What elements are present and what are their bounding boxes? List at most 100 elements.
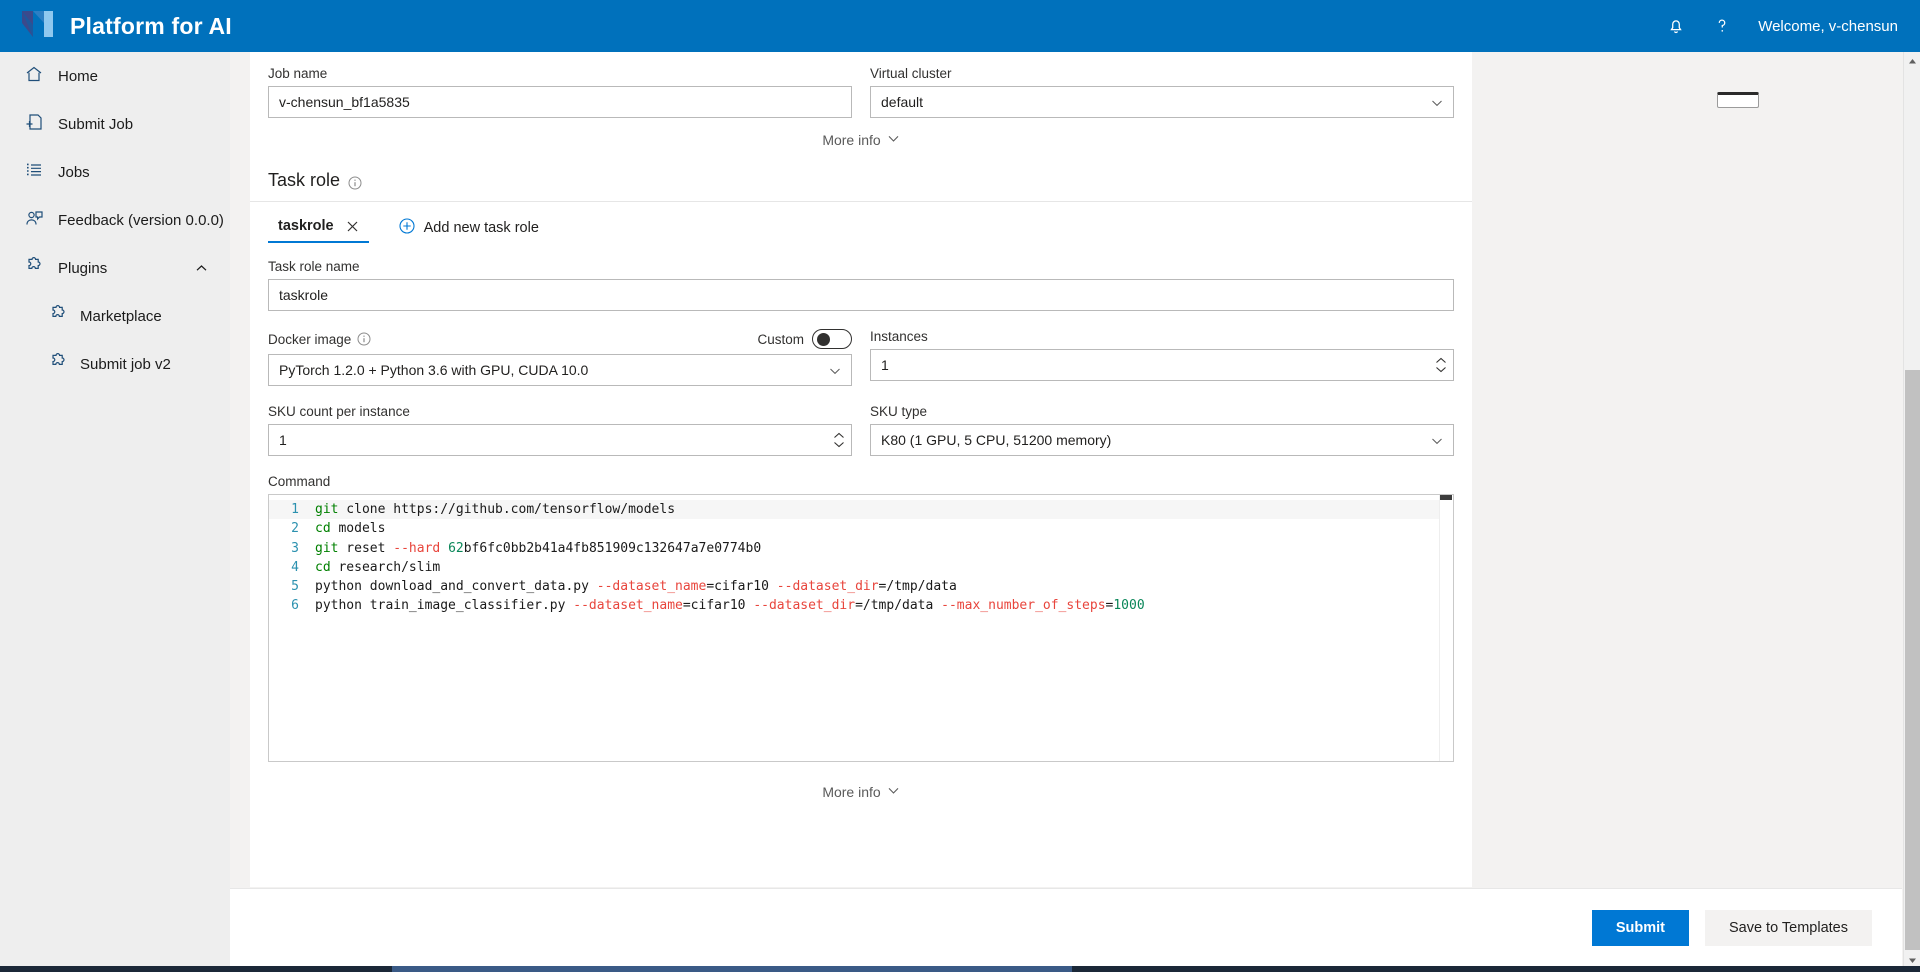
sidebar-item-marketplace[interactable]: Marketplace: [0, 292, 230, 340]
sku-count-field-group: SKU count per instance 1: [268, 404, 852, 456]
code-line[interactable]: 1 git clone https://github.com/tensorflow…: [269, 500, 1453, 520]
feedback-person-icon: [24, 208, 58, 232]
sidebar-item-feedback[interactable]: Feedback (version 0.0.0): [0, 196, 230, 244]
code-line-text: git clone https://github.com/tensorflow/…: [315, 502, 676, 517]
code-line-text: python download_and_convert_data.py --da…: [315, 579, 957, 595]
chevron-down-icon: [887, 784, 900, 800]
custom-docker-toggle[interactable]: [812, 329, 852, 349]
task-role-name-label: Task role name: [268, 259, 360, 274]
submit-button[interactable]: Submit: [1591, 909, 1689, 946]
code-line-text: cd research/slim: [315, 559, 441, 575]
docker-image-select[interactable]: PyTorch 1.2.0 + Python 3.6 with GPU, CUD…: [268, 354, 852, 386]
info-circle-icon[interactable]: [357, 332, 371, 346]
app-title: Platform for AI: [70, 12, 232, 39]
sidebar-item-label: Jobs: [58, 163, 90, 181]
sku-count-value: 1: [279, 432, 287, 448]
sidebar-item-label: Plugins: [58, 259, 108, 277]
plugin-puzzle-icon: [48, 304, 80, 328]
code-line-number: 6: [291, 598, 299, 614]
job-name-input[interactable]: v-chensun_bf1a5835: [268, 86, 852, 118]
pai-logo-icon: [0, 9, 56, 44]
custom-docker-toggle-group: Custom: [757, 329, 852, 349]
task-role-heading-row: Task role: [268, 170, 1454, 191]
docker-image-field-group: Docker image Custom PyTorch 1.2.0 + Pyth…: [268, 329, 852, 386]
sku-type-field-group: SKU type K80 (1 GPU, 5 CPU, 51200 memory…: [870, 404, 1454, 456]
virtual-cluster-select[interactable]: default: [870, 86, 1454, 118]
sidebar-item-label: Submit Job: [58, 115, 134, 133]
info-circle-icon[interactable]: [348, 174, 362, 189]
sidebar-item-home[interactable]: Home: [0, 52, 230, 100]
command-label: Command: [268, 474, 331, 489]
code-line[interactable]: 4 cd research/slim: [269, 558, 1453, 577]
sidebar-item-submit-job-v2[interactable]: Submit job v2: [0, 340, 230, 388]
more-info-bottom-toggle[interactable]: More info: [268, 762, 1454, 804]
left-sidebar: Home Submit Job Jobs Feedback (version 0…: [0, 52, 230, 972]
sidebar-item-jobs[interactable]: Jobs: [0, 148, 230, 196]
docker-image-value: PyTorch 1.2.0 + Python 3.6 with GPU, CUD…: [279, 362, 589, 378]
notification-bell-icon[interactable]: [1666, 15, 1686, 37]
task-role-name-input[interactable]: taskrole: [268, 279, 1454, 311]
docker-image-label: Docker image: [268, 331, 352, 347]
code-line-text: python train_image_classifier.py --datas…: [315, 598, 1145, 614]
instances-label: Instances: [870, 329, 928, 344]
plugin-puzzle-icon: [24, 256, 58, 280]
sidebar-item-plugins[interactable]: Plugins: [0, 244, 230, 292]
task-role-name-field-group: Task role name taskrole: [268, 259, 1454, 311]
command-code-editor[interactable]: 1 git clone https://github.com/tensorflow…: [268, 494, 1454, 762]
code-line-number: 3: [291, 540, 299, 556]
task-role-tab-label: taskrole: [278, 218, 334, 234]
form-action-bar: Submit Save to Templates: [230, 888, 1902, 966]
plus-circle-icon: [399, 217, 415, 238]
instances-stepper[interactable]: 1: [870, 349, 1454, 381]
more-info-top-label: More info: [822, 132, 881, 148]
chevron-up-icon[interactable]: [195, 262, 208, 275]
stepper-arrows[interactable]: [1435, 357, 1447, 374]
chevron-up-icon: [1436, 357, 1446, 363]
add-new-task-role-button[interactable]: Add new task role: [399, 217, 539, 238]
chevron-down-icon: [834, 442, 844, 448]
command-code-lines[interactable]: 1 git clone https://github.com/tensorflow…: [269, 495, 1453, 616]
jobs-list-icon: [24, 160, 58, 184]
code-line-number: 1: [291, 502, 299, 517]
virtual-cluster-label: Virtual cluster: [870, 66, 952, 81]
partially-hidden-button[interactable]: [1717, 92, 1759, 108]
chevron-down-icon: [829, 364, 841, 376]
more-info-top-toggle[interactable]: More info: [268, 118, 1454, 152]
page-scrollbar[interactable]: [1903, 52, 1920, 972]
chevron-up-icon: [834, 432, 844, 438]
code-line-number: 5: [291, 579, 299, 595]
code-line[interactable]: 3 git reset --hard 62bf6fc0bb2b41a4fb8519…: [269, 539, 1453, 558]
help-question-icon[interactable]: [1712, 15, 1732, 37]
submit-job-icon: [24, 112, 58, 136]
add-new-task-role-label: Add new task role: [423, 219, 539, 236]
chevron-down-icon: [887, 132, 900, 148]
sku-count-label: SKU count per instance: [268, 404, 410, 419]
code-line-text: git reset --hard 62bf6fc0bb2b41a4fb85190…: [315, 540, 762, 556]
close-icon[interactable]: [346, 220, 359, 233]
scroll-down-arrow-icon: [1909, 958, 1916, 963]
editor-scrollbar-thumb[interactable]: [1440, 495, 1452, 500]
code-line-number: 4: [291, 559, 299, 575]
page-scrollbar-thumb[interactable]: [1905, 370, 1920, 950]
code-line[interactable]: 6 python train_image_classifier.py --data…: [269, 596, 1453, 615]
stepper-arrows[interactable]: [833, 432, 845, 449]
more-info-bottom-label: More info: [822, 784, 881, 800]
job-submission-form: Job name v-chensun_bf1a5835 Virtual clus…: [250, 52, 1472, 887]
instances-value: 1: [881, 357, 889, 373]
job-name-field-group: Job name v-chensun_bf1a5835: [268, 66, 852, 118]
scroll-up-arrow-icon: [1909, 59, 1916, 64]
task-role-tab[interactable]: taskrole: [268, 212, 369, 243]
sku-type-select[interactable]: K80 (1 GPU, 5 CPU, 51200 memory): [870, 424, 1454, 456]
job-name-label: Job name: [268, 66, 328, 81]
code-line[interactable]: 5 python download_and_convert_data.py --d…: [269, 577, 1453, 596]
app-header: Platform for AI Welcome, v-chensun: [0, 0, 1920, 52]
save-to-templates-button[interactable]: Save to Templates: [1704, 909, 1872, 946]
sku-type-value: K80 (1 GPU, 5 CPU, 51200 memory): [881, 432, 1112, 448]
virtual-cluster-field-group: Virtual cluster default: [870, 66, 1454, 118]
code-line[interactable]: 2 cd models: [269, 519, 1453, 538]
sku-count-stepper[interactable]: 1: [268, 424, 852, 456]
editor-scrollbar[interactable]: [1439, 495, 1453, 761]
welcome-user-label[interactable]: Welcome, v-chensun: [1758, 18, 1898, 35]
sidebar-item-submit-job[interactable]: Submit Job: [0, 100, 230, 148]
virtual-cluster-value: default: [881, 94, 924, 110]
